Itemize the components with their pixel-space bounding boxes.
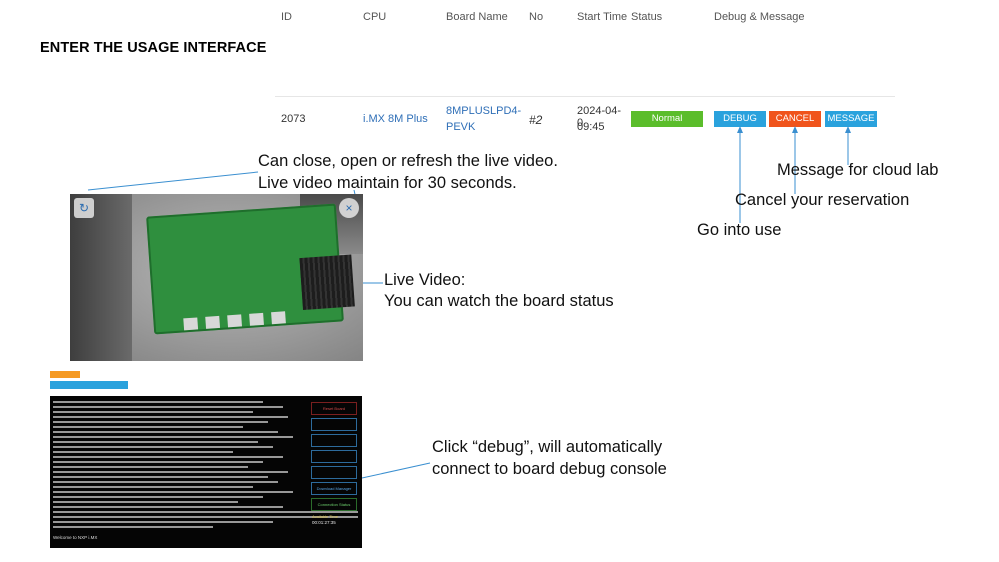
cell-cpu[interactable]: i.MX 8M Plus [363,113,428,125]
console-side-button[interactable] [311,418,357,431]
connection-status-button[interactable]: Connection Status [311,498,357,511]
col-header-no: No [529,11,544,23]
download-manager-button[interactable]: Download Manager [311,482,357,495]
message-button[interactable]: MESSAGE [825,111,877,127]
annotation-console-1: Click “debug”, will automatically [432,438,663,456]
connector [271,311,286,325]
console-side-button[interactable] [311,434,357,447]
reservation-table-actions [625,62,895,140]
cell-start-time: 09:45 [577,121,605,133]
annotation-console-2: connect to board debug console [432,460,667,478]
col-header-status: Status [631,11,663,23]
col-header-start-time: Start Time [577,11,628,23]
annotation-video-controls-2: Live video maintain for 30 seconds. [258,174,517,192]
page-title: ENTER THE USAGE INTERFACE [40,40,267,56]
board-tag [50,371,80,378]
cell-board-name-1[interactable]: 8MPLUSLPD4- [446,105,521,117]
table-divider [275,96,635,97]
connector [183,317,199,331]
col-header-cpu: CPU [363,11,387,23]
cell-board-name-2[interactable]: PEVK [446,121,475,133]
cell-no: #2 [529,113,543,127]
reset-board-button[interactable]: Reset Board [311,402,357,415]
connector [205,315,221,329]
annotation-live-video-2: You can watch the board status [384,292,614,310]
annotation-message: Message for cloud lab [777,161,939,179]
video-shadow [70,194,132,361]
console-side-button[interactable] [311,466,357,479]
refresh-icon[interactable]: ↻ [74,198,94,218]
connector [227,314,242,328]
timer-label: Available Time [312,514,338,519]
annotation-live-video-1: Live Video: [384,271,466,289]
board-image [146,203,355,335]
debug-console[interactable]: Reset Board Download Manager Connection … [50,396,362,548]
close-icon[interactable]: × [339,198,359,218]
annotation-cancel: Cancel your reservation [735,191,910,209]
annotation-debug: Go into use [697,221,782,239]
heatsink [299,254,355,311]
status-badge: Normal [631,111,703,127]
col-header-id: ID [281,11,292,23]
cell-id: 2073 [281,113,306,125]
col-header-board-name: Board Name [446,11,508,23]
console-side-button[interactable] [311,450,357,463]
annotation-video-controls-1: Can close, open or refresh the live vide… [258,152,558,170]
col-header-debug-message: Debug & Message [714,11,805,23]
timer-value: 00:01:27:35 [312,520,336,525]
cancel-button[interactable]: CANCEL [769,111,821,127]
console-toolbar-button[interactable] [50,381,128,389]
live-video: ↻ × [70,194,363,361]
console-prompt: Welcome to NXP i.MX [53,535,98,540]
table-divider [625,96,895,97]
connector [249,312,264,326]
debug-button[interactable]: DEBUG [714,111,766,127]
